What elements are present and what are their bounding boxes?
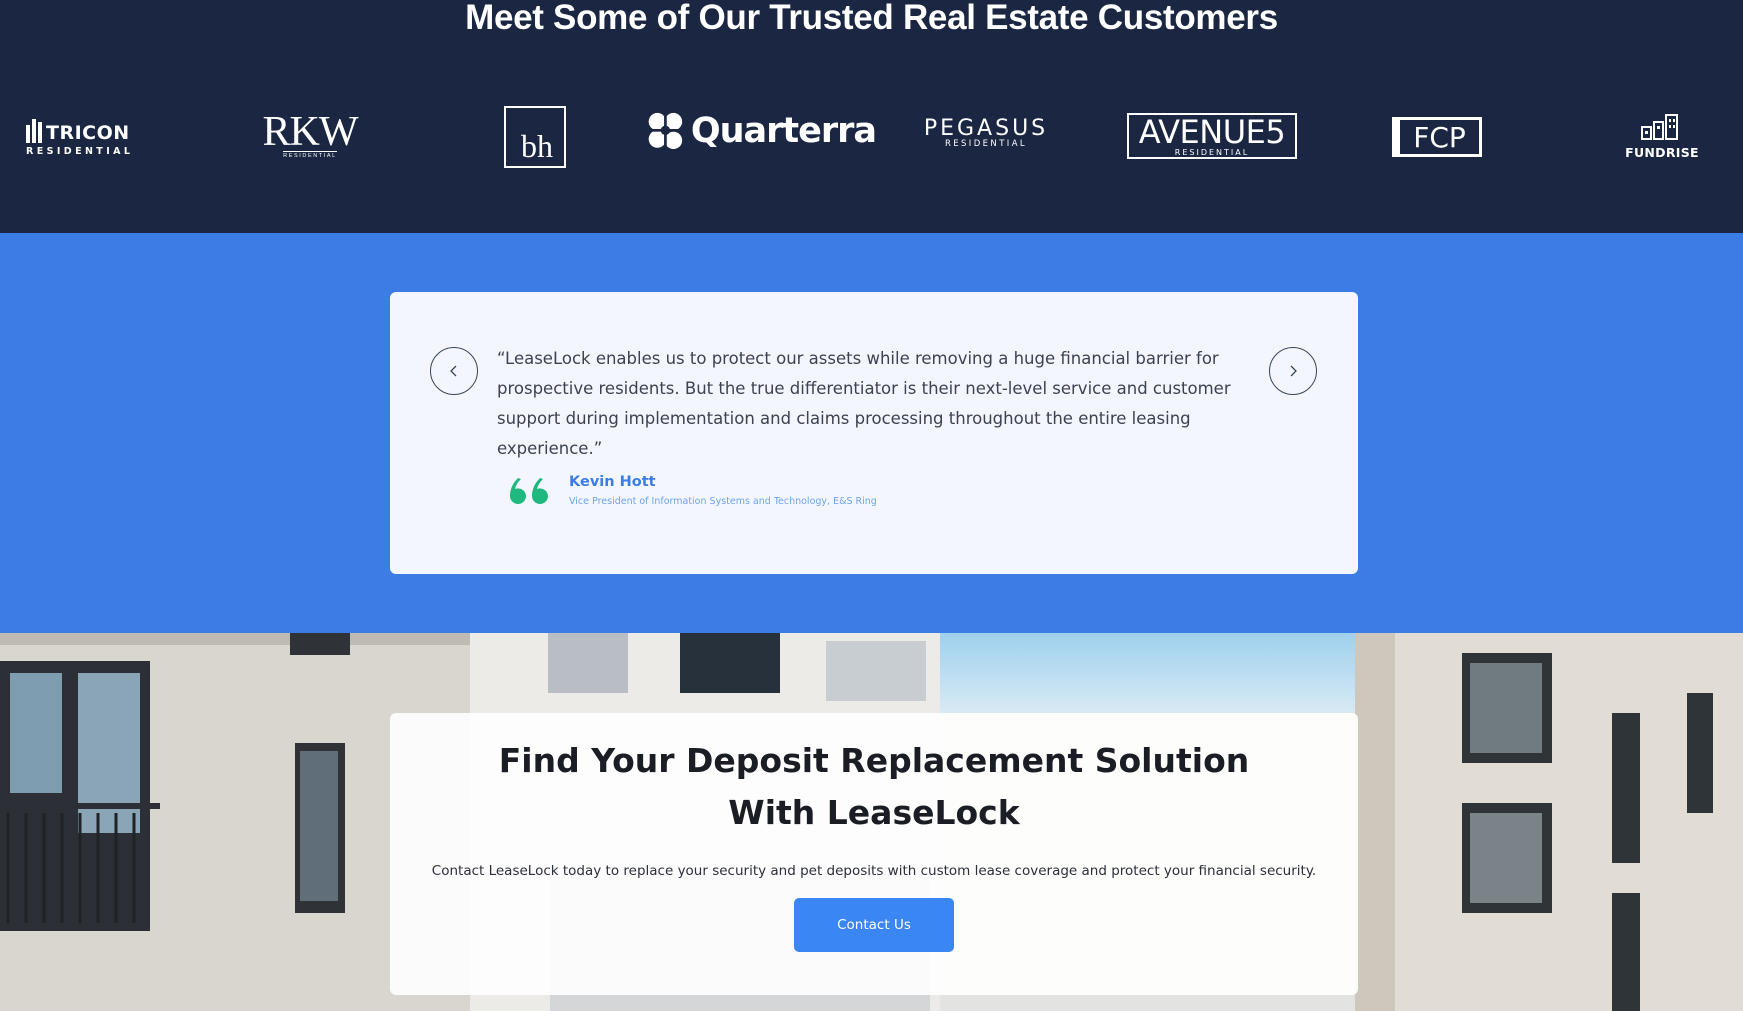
cta-description: Contact LeaseLock today to replace your … [431, 863, 1317, 879]
quote-mark-icon [510, 478, 548, 504]
avenue5-logo-subtext: RESIDENTIAL [1174, 147, 1250, 157]
tricon-bars-icon [26, 119, 42, 143]
testimonial-prev-button[interactable] [430, 347, 478, 395]
pegasus-logo-subtext: RESIDENTIAL [944, 139, 1028, 149]
customers-section: Meet Some of Our Trusted Real Estate Cus… [0, 0, 1743, 233]
pegasus-logo-text: PEGASUS [923, 116, 1049, 141]
rkw-logo-subtext: RESIDENTIAL [283, 151, 337, 159]
cta-card: Find Your Deposit Replacement Solution W… [390, 713, 1358, 995]
testimonial-section: “LeaseLock enables us to protect our ass… [0, 233, 1743, 633]
fundrise-logo-text: FUNDRISE [1625, 144, 1699, 160]
contact-us-button[interactable]: Contact Us [794, 898, 954, 952]
testimonial-author-title: Vice President of Information Systems an… [569, 496, 877, 507]
bh-logo-text: bh [521, 128, 553, 164]
fundrise-buildings-icon [1641, 113, 1678, 140]
avenue5-logo-text: AVENUE5 [1138, 112, 1286, 151]
fundrise-logo: FUNDRISE [1620, 110, 1704, 162]
chevron-right-icon [1290, 365, 1297, 377]
cta-section: Find Your Deposit Replacement Solution W… [0, 633, 1743, 1011]
testimonial-card: “LeaseLock enables us to protect our ass… [390, 292, 1358, 574]
quarterra-logo-text: Quarterra [690, 111, 877, 151]
quarterra-mark-icon [648, 111, 683, 151]
customers-heading: Meet Some of Our Trusted Real Estate Cus… [465, 0, 1278, 37]
fcp-logo: FCP [1392, 117, 1482, 157]
testimonial-quote: “LeaseLock enables us to protect our ass… [497, 349, 1231, 458]
testimonial-author-name: Kevin Hott [569, 474, 656, 490]
tricon-residential-logo: TRICON RESIDENTIAL [26, 116, 142, 160]
quarterra-logo: Quarterra [648, 102, 877, 160]
tricon-logo-text: TRICON [46, 122, 130, 144]
pegasus-residential-logo: PEGASUS RESIDENTIAL [918, 118, 1054, 150]
avenue5-residential-logo: AVENUE5 RESIDENTIAL [1127, 113, 1297, 159]
rkw-residential-logo: RKW RESIDENTIAL [260, 109, 360, 160]
rkw-logo-text: RKW [262, 109, 359, 155]
testimonial-next-button[interactable] [1269, 347, 1317, 395]
chevron-left-icon [450, 365, 457, 377]
bh-logo: bh [504, 106, 566, 168]
cta-title: Find Your Deposit Replacement Solution W… [498, 741, 1250, 832]
fcp-logo-text: FCP [1413, 120, 1466, 154]
tricon-logo-subtext: RESIDENTIAL [26, 146, 134, 157]
